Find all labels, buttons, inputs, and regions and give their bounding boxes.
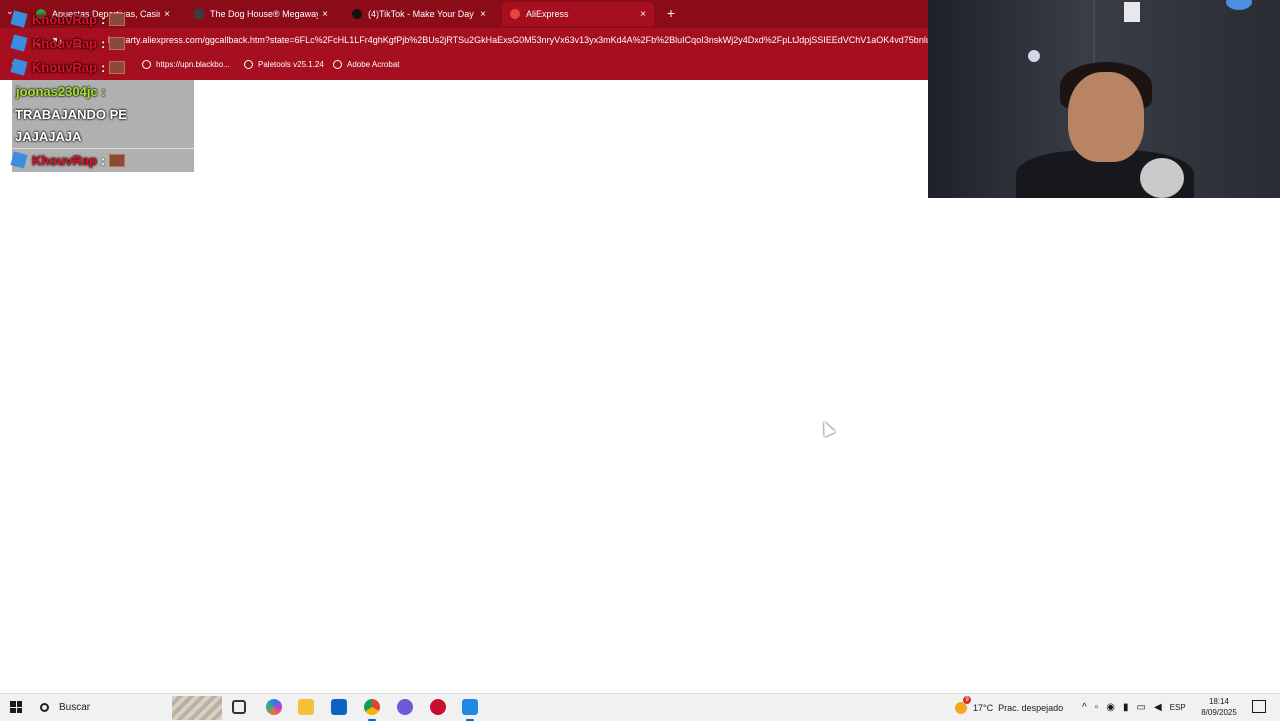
mail-icon[interactable] xyxy=(331,699,347,715)
tiktok-icon xyxy=(352,9,362,19)
chat-message-username: joonas2304jc : xyxy=(16,84,106,99)
tab-title: AliExpress xyxy=(526,9,569,19)
tab-title: The Dog House® Megaways - xyxy=(210,9,318,19)
chevron-up-icon[interactable]: ^ xyxy=(1082,702,1087,713)
chat-message-text: TRABAJANDO PE JAJAJAJA xyxy=(15,107,127,144)
red-app-icon[interactable] xyxy=(430,699,446,715)
chrome-icon[interactable] xyxy=(364,699,380,721)
taskbar-search[interactable]: Buscar xyxy=(32,697,170,718)
address-bar[interactable]: h...party.aliexpress.com/ggcallback.htm?… xyxy=(108,35,928,45)
streamer-face xyxy=(1068,72,1144,162)
volume-icon[interactable]: ◀ xyxy=(1154,702,1162,713)
aliexpress-icon xyxy=(510,9,520,19)
taskbar: Buscar 17°C Prac. despejado ^ ▫ ◉ ▮ ▭ ◀ … xyxy=(0,693,1280,721)
windows-start-icon[interactable] xyxy=(10,701,22,713)
user-badge-icon xyxy=(10,10,28,28)
chat-username: KhouvRap xyxy=(32,59,97,75)
copilot-icon[interactable] xyxy=(266,699,282,715)
close-icon[interactable]: × xyxy=(318,9,332,20)
blackboard-icon xyxy=(142,60,151,69)
close-icon[interactable]: × xyxy=(160,9,174,20)
bookmarks-bar: ⋮⋮ https://upn.blackbo... Paletools v25.… xyxy=(0,58,928,76)
webcam-poster xyxy=(1124,2,1140,22)
weather-description: Prac. despejado xyxy=(998,702,1064,713)
clock-date: 8/09/2025 xyxy=(1201,708,1237,717)
weather-temp: 17°C xyxy=(973,702,994,713)
weather-sun-icon xyxy=(955,695,971,714)
browser-chrome: ⌄ Apuestas Deportivas, Casino O × The Do… xyxy=(0,0,928,80)
webcam-sticker xyxy=(1028,50,1040,62)
search-highlight-image[interactable] xyxy=(172,696,222,720)
chat-separator: : xyxy=(101,59,106,75)
new-tab-button[interactable]: + xyxy=(663,5,679,21)
emote-icon xyxy=(109,12,126,26)
game-icon xyxy=(194,9,204,19)
chat-overlay-row: KhouvRap : xyxy=(10,8,126,30)
microphone xyxy=(1140,158,1184,198)
emote-icon xyxy=(109,60,126,74)
tab-tiktok[interactable]: (4)TikTok - Make Your Day × xyxy=(344,2,494,26)
chat-username: KhouvRap xyxy=(32,152,97,168)
address-bar-row: ← → ↻ ⌂ h...party.aliexpress.com/ggcallb… xyxy=(0,30,928,54)
chrome-tray-icon[interactable]: ◉ xyxy=(1106,702,1115,713)
bookmark-blackboard[interactable]: https://upn.blackbo... xyxy=(142,60,230,69)
notifications-icon[interactable] xyxy=(1252,700,1266,713)
tab-title: (4)TikTok - Make Your Day xyxy=(368,9,474,19)
emote-icon xyxy=(109,36,126,50)
search-icon xyxy=(40,703,49,712)
clock-time: 18:14 xyxy=(1208,697,1230,706)
tab-dog-house[interactable]: The Dog House® Megaways - × xyxy=(186,2,336,26)
emote-icon xyxy=(109,153,126,167)
chat-overlay-row: KhouvRap : xyxy=(10,56,126,78)
messenger-icon[interactable] xyxy=(397,699,413,715)
chat-overlay-row: KhouvRap : xyxy=(10,32,126,54)
chat-username: KhouvRap xyxy=(32,11,97,27)
bookmark-acrobat[interactable]: Adobe Acrobat xyxy=(333,60,399,69)
clock[interactable]: 18:14 8/09/2025 xyxy=(1196,696,1242,718)
close-icon[interactable]: × xyxy=(636,9,650,20)
system-tray: ^ ▫ ◉ ▮ ▭ ◀ ESP xyxy=(1078,694,1190,721)
close-icon[interactable]: × xyxy=(476,9,490,20)
webcam-overlay xyxy=(928,0,1280,198)
chat-username: KhouvRap xyxy=(32,35,97,51)
active-window-icon[interactable] xyxy=(462,699,478,721)
language-indicator[interactable]: ESP xyxy=(1170,703,1186,712)
search-label: Buscar xyxy=(59,702,91,713)
chat-overlay-row: KhouvRap : xyxy=(10,149,126,171)
chat-separator: : xyxy=(101,152,106,168)
chat-separator: : xyxy=(101,35,106,51)
user-badge-icon xyxy=(10,34,28,52)
user-badge-icon xyxy=(10,58,28,76)
network-icon[interactable]: ▭ xyxy=(1137,702,1146,713)
file-explorer-icon[interactable] xyxy=(298,699,314,715)
bookmark-paletools[interactable]: Paletools v25.1.24 xyxy=(244,60,324,69)
device-icon[interactable]: ▫ xyxy=(1095,702,1099,713)
chat-separator: : xyxy=(101,11,106,27)
mouse-cursor-icon xyxy=(818,419,836,437)
tab-strip: ⌄ Apuestas Deportivas, Casino O × The Do… xyxy=(0,0,928,28)
acrobat-icon xyxy=(333,60,342,69)
microphone-icon[interactable]: ▮ xyxy=(1123,702,1129,713)
task-view-icon[interactable] xyxy=(232,700,246,714)
user-badge-icon xyxy=(10,151,28,169)
tab-aliexpress[interactable]: AliExpress × xyxy=(502,2,654,26)
weather-widget[interactable]: 17°C Prac. despejado xyxy=(955,694,1063,721)
paletools-icon xyxy=(244,60,253,69)
